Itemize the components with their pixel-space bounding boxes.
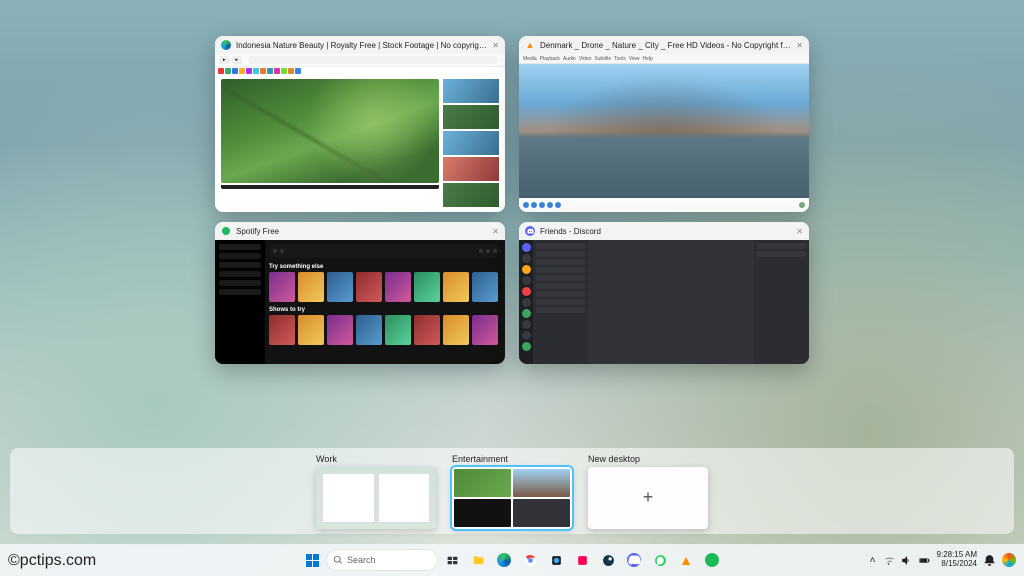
discord-icon <box>525 226 535 236</box>
close-icon[interactable]: ✕ <box>492 41 499 50</box>
taskbar-right: ˄ 9:28:15 AM 8/15/2024 <box>870 551 1016 569</box>
taskbar: Search ▲ ˄ 9:28:15 AM 8/15/2024 <box>0 544 1024 576</box>
edge-icon <box>221 40 231 50</box>
desktop-new[interactable]: New desktop + <box>588 454 708 529</box>
taskbar-app-edge[interactable] <box>493 549 515 571</box>
taskbar-app-chrome[interactable] <box>519 549 541 571</box>
vlc-icon: ▲ <box>525 40 535 50</box>
desktop-thumbnail[interactable] <box>316 467 436 529</box>
spotify-icon <box>221 226 231 236</box>
window-title: Indonesia Nature Beauty | Royalty Free |… <box>236 41 487 50</box>
volume-icon <box>900 554 913 567</box>
window-content: ▸▸ <box>215 54 505 212</box>
desktop-label: Work <box>316 454 436 464</box>
window-title: Spotify Free <box>236 227 487 236</box>
taskbar-app-generic-2[interactable] <box>571 549 593 571</box>
section-heading: Shows to try <box>269 307 501 313</box>
window-content <box>519 240 809 364</box>
window-card-edge[interactable]: Indonesia Nature Beauty | Royalty Free |… <box>215 36 505 212</box>
desktop-label: Entertainment <box>452 454 572 464</box>
taskbar-app-generic-1[interactable] <box>545 549 567 571</box>
chevron-up-icon[interactable]: ˄ <box>870 555 876 566</box>
clock-date: 8/15/2024 <box>937 560 977 569</box>
window-card-spotify[interactable]: Spotify Free ✕ Try something else Shows … <box>215 222 505 364</box>
windows-icon <box>306 554 319 567</box>
taskbar-app-explorer[interactable] <box>467 549 489 571</box>
taskbar-app-vlc[interactable]: ▲ <box>675 549 697 571</box>
battery-icon <box>918 554 931 567</box>
desktop-thumbnail[interactable] <box>452 467 572 529</box>
video-player <box>519 64 809 198</box>
video-player <box>221 79 439 183</box>
task-view-button[interactable] <box>441 549 463 571</box>
window-titlebar: Indonesia Nature Beauty | Royalty Free |… <box>215 36 505 54</box>
window-title: Friends - Discord <box>540 227 791 236</box>
wifi-icon <box>882 554 895 567</box>
window-titlebar: Friends - Discord ✕ <box>519 222 809 240</box>
plus-icon: + <box>643 487 654 508</box>
taskbar-app-discord[interactable] <box>623 549 645 571</box>
window-card-vlc[interactable]: ▲ Denmark _ Drone _ Nature _ City _ Free… <box>519 36 809 212</box>
taskbar-search[interactable]: Search <box>327 550 437 570</box>
notifications-icon[interactable] <box>983 554 996 567</box>
window-titlebar: Spotify Free ✕ <box>215 222 505 240</box>
taskbar-app-whatsapp[interactable] <box>649 549 671 571</box>
taskbar-center: Search ▲ <box>301 549 723 571</box>
desktop-label: New desktop <box>588 454 708 464</box>
watermark: ©pctips.com <box>8 552 96 570</box>
window-titlebar: ▲ Denmark _ Drone _ Nature _ City _ Free… <box>519 36 809 54</box>
desktop-work[interactable]: Work <box>316 454 436 529</box>
task-view-windows: Indonesia Nature Beauty | Royalty Free |… <box>0 36 1024 364</box>
section-heading: Try something else <box>269 264 501 270</box>
taskbar-app-spotify[interactable] <box>701 549 723 571</box>
window-title: Denmark _ Drone _ Nature _ City _ Free H… <box>540 41 791 50</box>
window-card-discord[interactable]: Friends - Discord ✕ <box>519 222 809 364</box>
search-placeholder: Search <box>347 555 376 565</box>
copilot-icon[interactable] <box>1002 553 1016 567</box>
close-icon[interactable]: ✕ <box>796 41 803 50</box>
virtual-desktops-strip: Work Entertainment New desktop + <box>10 448 1014 534</box>
window-content: Try something else Shows to try <box>215 240 505 364</box>
start-button[interactable] <box>301 549 323 571</box>
taskbar-app-steam[interactable] <box>597 549 619 571</box>
close-icon[interactable]: ✕ <box>492 227 499 236</box>
taskbar-clock[interactable]: 9:28:15 AM 8/15/2024 <box>937 551 977 569</box>
close-icon[interactable]: ✕ <box>796 227 803 236</box>
system-tray[interactable] <box>882 554 931 567</box>
window-content: MediaPlayback AudioVideo SubtitleTools V… <box>519 54 809 212</box>
desktop-entertainment[interactable]: Entertainment <box>452 454 572 529</box>
new-desktop-button[interactable]: + <box>588 467 708 529</box>
search-icon <box>333 555 343 565</box>
